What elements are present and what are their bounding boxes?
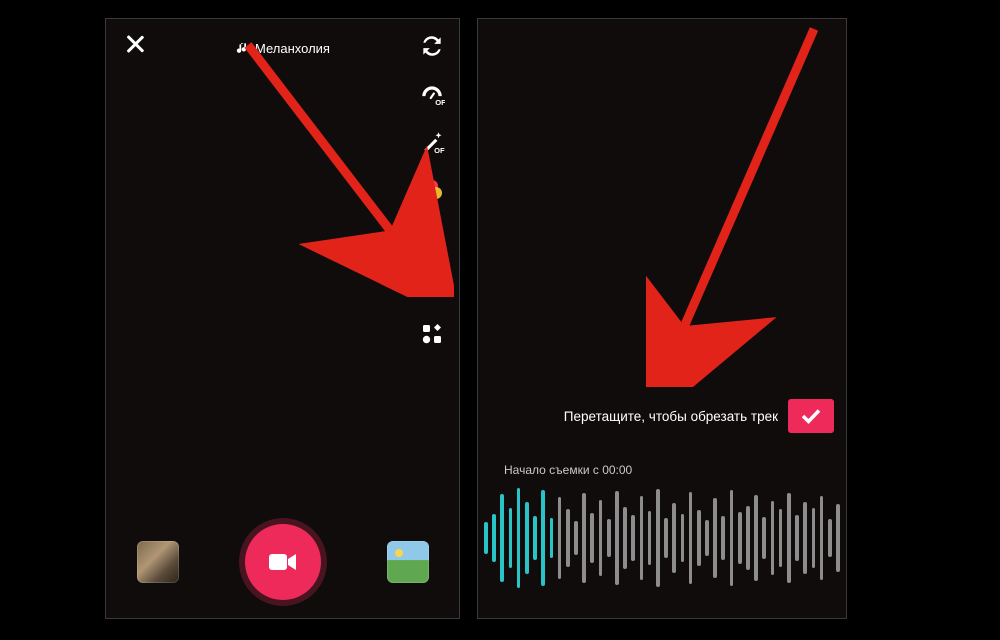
waveform-bar xyxy=(697,510,701,566)
waveform-bar xyxy=(812,508,816,568)
timer-icon: 3 xyxy=(419,225,445,251)
effects-button[interactable] xyxy=(137,541,179,583)
trim-instruction: Перетащите, чтобы обрезать трек xyxy=(564,409,778,424)
video-camera-icon xyxy=(268,551,298,573)
waveform-bar xyxy=(574,521,578,555)
waveform-bar xyxy=(550,518,554,558)
more-button[interactable] xyxy=(419,321,445,347)
waveform-bar xyxy=(828,519,832,557)
waveform-bar xyxy=(754,495,758,581)
waveform-bar xyxy=(500,494,504,582)
waveform-bar xyxy=(615,491,619,585)
confirm-trim-button[interactable] xyxy=(788,399,834,433)
side-toolbar: OFF OFF xyxy=(419,33,445,347)
upload-gallery-button[interactable] xyxy=(387,541,429,583)
music-note-icon xyxy=(235,41,249,55)
waveform-bar xyxy=(541,490,545,586)
trim-sound-button[interactable] xyxy=(419,273,445,299)
annotation-arrow-right xyxy=(646,19,836,387)
flip-camera-button[interactable] xyxy=(419,33,445,59)
recording-start-label: Начало съемки с 00:00 xyxy=(504,463,632,477)
speed-button[interactable]: OFF xyxy=(419,81,445,107)
waveform-bar xyxy=(787,493,791,583)
filters-button[interactable] xyxy=(419,177,445,203)
waveform-bar xyxy=(664,518,668,558)
close-button[interactable] xyxy=(124,33,146,55)
waveform-bar xyxy=(746,506,750,570)
magic-wand-icon: OFF xyxy=(419,129,445,155)
music-cut-icon xyxy=(419,273,445,299)
waveform-bar xyxy=(713,498,717,578)
waveform-bar xyxy=(607,519,611,557)
color-filters-icon xyxy=(420,178,444,202)
waveform-bar xyxy=(689,492,693,584)
waveform-bar xyxy=(762,517,766,559)
waveform-bar xyxy=(509,508,513,568)
waveform-bar xyxy=(492,514,496,562)
svg-text:OFF: OFF xyxy=(435,98,445,107)
waveform-bar xyxy=(484,522,488,554)
waveform-scrubber[interactable] xyxy=(478,486,846,590)
record-screen: Меланхолия OFF O xyxy=(105,18,460,619)
waveform-bar xyxy=(681,514,685,562)
waveform-bar xyxy=(582,493,586,583)
waveform-bar xyxy=(566,509,570,567)
grid-icon xyxy=(420,322,444,346)
sound-selector[interactable]: Меланхолия xyxy=(235,41,330,56)
waveform-bar xyxy=(656,489,660,587)
timer-button[interactable]: 3 xyxy=(419,225,445,251)
waveform-bar xyxy=(599,500,603,576)
trim-row: Перетащите, чтобы обрезать трек xyxy=(478,399,846,433)
waveform-bar xyxy=(803,502,807,574)
waveform-bar xyxy=(640,496,644,580)
waveform-bar xyxy=(771,501,775,575)
sound-name: Меланхолия xyxy=(255,41,330,56)
waveform-bar xyxy=(779,509,783,567)
speedometer-icon: OFF xyxy=(419,81,445,107)
flip-icon xyxy=(419,33,445,59)
waveform-bar xyxy=(730,490,734,586)
record-button[interactable] xyxy=(245,524,321,600)
header: Меланхолия xyxy=(106,33,459,63)
waveform-bar xyxy=(836,504,840,572)
check-icon xyxy=(800,407,822,425)
waveform-bar xyxy=(705,520,709,556)
waveform-bar xyxy=(672,503,676,573)
beauty-button[interactable]: OFF xyxy=(419,129,445,155)
svg-text:OFF: OFF xyxy=(434,146,445,155)
waveform-bar xyxy=(590,513,594,563)
waveform-bar xyxy=(721,516,725,560)
waveform-bar xyxy=(525,502,529,574)
waveform-bar xyxy=(820,496,824,580)
waveform-bar xyxy=(623,507,627,569)
waveform-bar xyxy=(648,511,652,565)
svg-text:3: 3 xyxy=(436,242,441,251)
waveform-bar xyxy=(738,512,742,564)
waveform-bar xyxy=(631,515,635,561)
bottom-bar xyxy=(106,524,459,600)
waveform-bar xyxy=(558,497,562,579)
waveform-bar xyxy=(795,515,799,561)
waveform-bar xyxy=(517,488,521,588)
trim-sound-screen: Перетащите, чтобы обрезать трек Начало с… xyxy=(477,18,847,619)
waveform-bar xyxy=(533,516,537,560)
